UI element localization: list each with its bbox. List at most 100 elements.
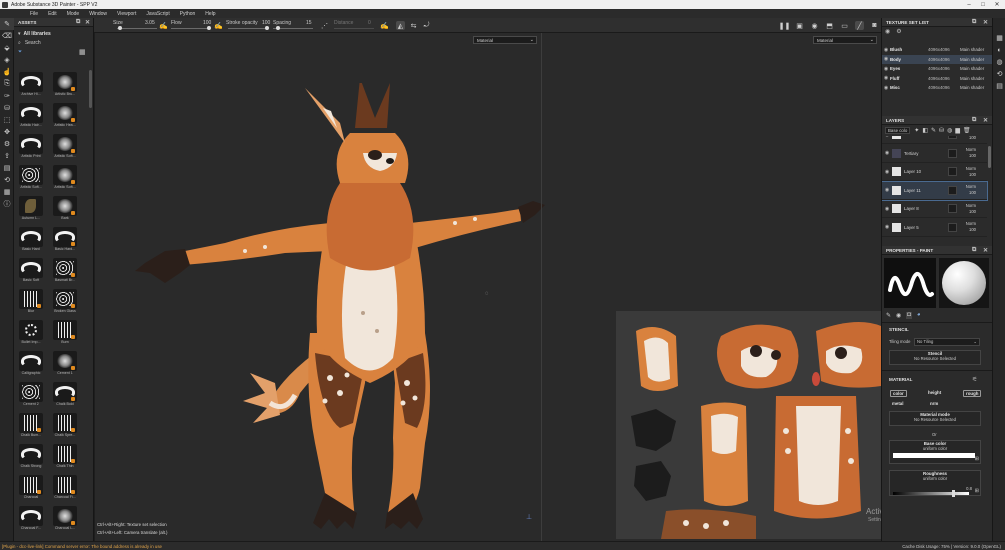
- flow-pressure-icon[interactable]: ✍: [214, 21, 223, 30]
- display-icon[interactable]: ▣: [795, 21, 804, 30]
- asset-tile[interactable]: Charcoal F...: [16, 506, 46, 533]
- close-panel-icon[interactable]: ✕: [85, 19, 90, 26]
- texture-set-row[interactable]: ◉ Eyes 4096x4096 Main shader: [882, 64, 993, 73]
- material-tab-icon[interactable]: ◕: [917, 312, 921, 319]
- float-panel-icon[interactable]: ⧉: [972, 117, 976, 124]
- texture-set-icon[interactable]: ▦: [993, 32, 1005, 44]
- layer-mask-slot[interactable]: [948, 148, 957, 158]
- menu-mode[interactable]: Mode: [67, 11, 80, 17]
- clone-tool-icon[interactable]: ⎘: [0, 78, 14, 90]
- eraser-tool-icon[interactable]: ⌫: [0, 30, 14, 42]
- selection-tool-icon[interactable]: ⬚: [0, 114, 14, 126]
- close-panel-icon[interactable]: ✕: [983, 117, 988, 124]
- layer-blend-mode[interactable]: Norm: [966, 147, 976, 152]
- texture-set-row[interactable]: ◉ Fluff 4096x4096 Main shader: [882, 74, 993, 83]
- layer-name[interactable]: Layer 5: [904, 225, 948, 230]
- asset-tile[interactable]: Blur: [16, 289, 46, 316]
- distance-pressure-icon[interactable]: ✍: [380, 21, 389, 30]
- channel-toggle-color[interactable]: color: [890, 390, 907, 397]
- info-icon[interactable]: ⓘ: [0, 198, 14, 210]
- roughness-slider-handle[interactable]: [952, 490, 956, 497]
- channel-select[interactable]: Base colo: [885, 127, 911, 134]
- history-icon[interactable]: ⟲: [0, 174, 14, 186]
- layer-opacity[interactable]: 100: [969, 153, 976, 158]
- asset-tile[interactable]: Cement 2: [16, 382, 46, 409]
- texture-set-row[interactable]: ◉ Blush 4096x4096 Main shader: [882, 45, 993, 54]
- tiling-mode-select[interactable]: No Tiling ⌄: [914, 338, 980, 346]
- float-panel-icon[interactable]: ⧉: [76, 19, 80, 26]
- uv-2d-view[interactable]: [616, 311, 881, 539]
- rotate-icon[interactable]: ⤾: [422, 21, 431, 30]
- viewport-split-divider[interactable]: [541, 33, 542, 541]
- visibility-icon[interactable]: ◉: [882, 150, 892, 156]
- asset-search-input[interactable]: Search: [25, 40, 41, 46]
- asset-tile[interactable]: Bullet Imp...: [16, 320, 46, 347]
- asset-tile[interactable]: Artistic Hair...: [16, 103, 46, 130]
- float-panel-icon[interactable]: ⧉: [972, 19, 976, 26]
- brush-alpha-preview[interactable]: [884, 258, 936, 308]
- color-picker-icon[interactable]: ✑: [0, 90, 14, 102]
- layer-blend[interactable]: Norm 100: [960, 166, 976, 178]
- asset-tile[interactable]: Calligraphic: [16, 351, 46, 378]
- asset-tile[interactable]: Archive Hi...: [16, 72, 46, 99]
- layer-folder-row[interactable]: ◉ Tertiary Norm 100: [882, 145, 987, 163]
- layers-scrollbar[interactable]: [988, 146, 991, 168]
- delete-layer-icon[interactable]: 🗑: [963, 127, 971, 134]
- texture-set-resolution[interactable]: 4096x4096: [928, 66, 960, 71]
- asset-tile[interactable]: Basic Hard: [16, 227, 46, 254]
- close-panel-icon[interactable]: ✕: [983, 19, 988, 26]
- status-error-message[interactable]: [Plugin - dcc-live-link] Command server …: [0, 544, 162, 549]
- visibility-icon[interactable]: ◉: [882, 56, 890, 62]
- layer-opacity[interactable]: 100: [969, 136, 976, 140]
- menu-edit[interactable]: Edit: [48, 11, 57, 17]
- menu-viewport[interactable]: Viewport: [117, 11, 136, 17]
- log-icon[interactable]: ▤: [993, 80, 1005, 92]
- visibility-icon[interactable]: ◉: [882, 169, 892, 175]
- asset-tile[interactable]: Charcoal: [16, 475, 46, 502]
- viewport-mode-icon[interactable]: ▭: [840, 21, 849, 30]
- viewport-channel-select-right[interactable]: Material ⌄: [813, 36, 877, 44]
- brush-tab-icon[interactable]: ✎: [886, 312, 891, 319]
- channel-toggle-nrm[interactable]: nrm: [928, 401, 940, 406]
- layer-blend[interactable]: Norm 100: [960, 147, 976, 159]
- minimize-icon[interactable]: –: [963, 0, 975, 9]
- picker-icon[interactable]: ⊞: [975, 456, 979, 462]
- asset-tile[interactable]: Bark: [50, 196, 80, 223]
- assets-scrollbar[interactable]: [89, 70, 92, 108]
- size-value[interactable]: 3.05: [145, 20, 155, 26]
- layer-row[interactable]: ◉ Layer 11 Norm 100: [882, 180, 988, 201]
- shader-settings-icon[interactable]: ◍: [993, 56, 1005, 68]
- visibility-icon[interactable]: ◉: [885, 28, 890, 35]
- flow-value[interactable]: 100: [203, 20, 211, 26]
- menu-window[interactable]: Window: [89, 11, 107, 17]
- float-panel-icon[interactable]: ⧉: [972, 247, 976, 254]
- layer-opacity[interactable]: 100: [969, 227, 976, 232]
- asset-tile[interactable]: Artistic Hea...: [50, 103, 80, 130]
- layer-mask-slot[interactable]: [948, 222, 957, 232]
- layer-row[interactable]: ◉ Layer 10 Norm 100: [882, 163, 987, 181]
- add-mask-icon[interactable]: ◧: [922, 127, 928, 134]
- size-slider-handle[interactable]: [118, 26, 122, 30]
- layer-mask-slot[interactable]: [948, 136, 957, 139]
- layer-name[interactable]: Tertiary: [904, 151, 948, 156]
- asset-tile[interactable]: Basmati Br...: [50, 258, 80, 285]
- grid-icon[interactable]: ▦: [0, 186, 14, 198]
- distance-slider[interactable]: [334, 28, 374, 29]
- bake-icon[interactable]: ⚙: [0, 138, 14, 150]
- layer-opacity[interactable]: 100: [969, 190, 976, 195]
- add-fill-layer-icon[interactable]: ⛁: [939, 127, 944, 134]
- texture-set-resolution[interactable]: 4096x4096: [928, 57, 960, 62]
- visibility-icon[interactable]: ◉: [882, 224, 892, 230]
- texture-set-shader[interactable]: Main shader: [960, 76, 984, 81]
- library-selector[interactable]: ▾ All libraries: [14, 29, 93, 38]
- add-folder-icon[interactable]: ▆: [955, 127, 960, 134]
- layer-mask-slot[interactable]: [948, 204, 957, 213]
- material-sphere-preview[interactable]: [939, 258, 989, 308]
- stencil-tab-icon[interactable]: ◘: [906, 312, 912, 319]
- layer-blend[interactable]: 100: [960, 136, 976, 141]
- channel-toggle-height[interactable]: height: [926, 390, 943, 395]
- layer-blend-mode[interactable]: Norm: [966, 184, 976, 189]
- flow-slider[interactable]: [171, 28, 211, 29]
- flow-slider-handle[interactable]: [207, 26, 211, 30]
- asset-tile[interactable]: Chalk Thin: [50, 444, 80, 471]
